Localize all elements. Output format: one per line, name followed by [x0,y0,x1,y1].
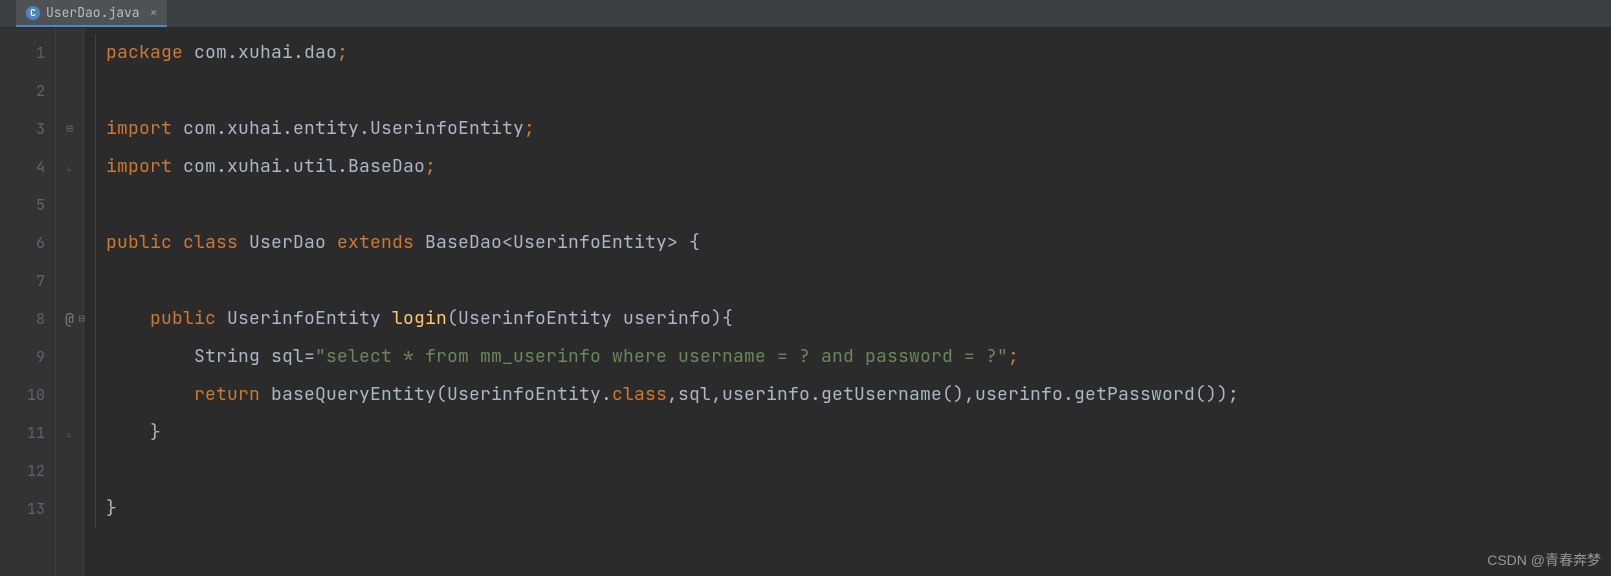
code-line[interactable]: } [106,490,1611,528]
close-icon[interactable]: × [146,4,158,21]
line-number: 5 [0,186,55,224]
gutter-slot: ⊟ [56,110,83,148]
editor-area[interactable]: 1 2 3 4 5 6 7 8 9 10 11 12 13 ⊟ ⌞ @⊟ ⌞ [0,28,1611,576]
indent-guide [95,224,96,262]
gutter-slot: ⌞ [56,148,83,186]
line-number: 13 [0,490,55,528]
fold-end-icon[interactable]: ⌞ [56,148,83,186]
code-line[interactable]: public class UserDao extends BaseDao<Use… [106,224,1611,262]
line-number: 2 [0,72,55,110]
line-number: 8 [0,300,55,338]
fold-collapse-icon[interactable]: ⊟ [56,110,83,148]
line-number: 4 [0,148,55,186]
gutter-slot [56,376,83,414]
indent-guide [95,186,96,224]
code-line[interactable] [106,262,1611,300]
indent-guide [95,490,96,528]
gutter-slot [56,186,83,224]
code-line[interactable]: package com.xuhai.dao; [106,34,1611,72]
indent-guide [95,72,96,110]
indent-guide [95,452,96,490]
code-line[interactable]: } [106,414,1611,452]
code-line[interactable] [106,72,1611,110]
code-line[interactable] [106,186,1611,224]
indent-guide [95,34,96,72]
gutter-slot [56,262,83,300]
indent-guide-column [84,28,102,576]
indent-guide [95,300,96,338]
gutter-slot [56,72,83,110]
code-line[interactable]: import com.xuhai.entity.UserinfoEntity; [106,110,1611,148]
indent-guide [95,262,96,300]
gutter-slot [56,490,83,528]
line-number: 6 [0,224,55,262]
gutter-slot [56,338,83,376]
gutter-slot [56,224,83,262]
tab-userdao[interactable]: C UserDao.java × [16,0,167,27]
code-area[interactable]: package com.xuhai.dao; import com.xuhai.… [102,28,1611,576]
code-line[interactable] [106,452,1611,490]
gutter-slot: ⌞ [56,414,83,452]
tab-bar: C UserDao.java × [0,0,1611,28]
indent-guide [95,376,96,414]
marker-gutter: ⊟ ⌞ @⊟ ⌞ [56,28,84,576]
fold-end-icon[interactable]: ⌞ [56,414,83,452]
tab-bar-padding [0,0,16,27]
line-number: 9 [0,338,55,376]
line-number-gutter: 1 2 3 4 5 6 7 8 9 10 11 12 13 [0,28,56,576]
code-line[interactable]: import com.xuhai.util.BaseDao; [106,148,1611,186]
override-gutter-icon[interactable]: @ [65,309,74,329]
code-line[interactable]: public UserinfoEntity login(UserinfoEnti… [106,300,1611,338]
gutter-slot [56,452,83,490]
gutter-slot [56,34,83,72]
line-number: 7 [0,262,55,300]
gutter-slot: @⊟ [56,300,83,338]
line-number: 1 [0,34,55,72]
indent-guide [95,148,96,186]
tab-filename: UserDao.java [46,4,140,21]
indent-guide [95,110,96,148]
line-number: 11 [0,414,55,452]
line-number: 12 [0,452,55,490]
indent-guide [95,414,96,452]
code-line[interactable]: return baseQueryEntity(UserinfoEntity.cl… [106,376,1611,414]
indent-guide [95,338,96,376]
java-class-icon: C [26,6,40,20]
code-line[interactable]: String sql="select * from mm_userinfo wh… [106,338,1611,376]
line-number: 10 [0,376,55,414]
line-number: 3 [0,110,55,148]
